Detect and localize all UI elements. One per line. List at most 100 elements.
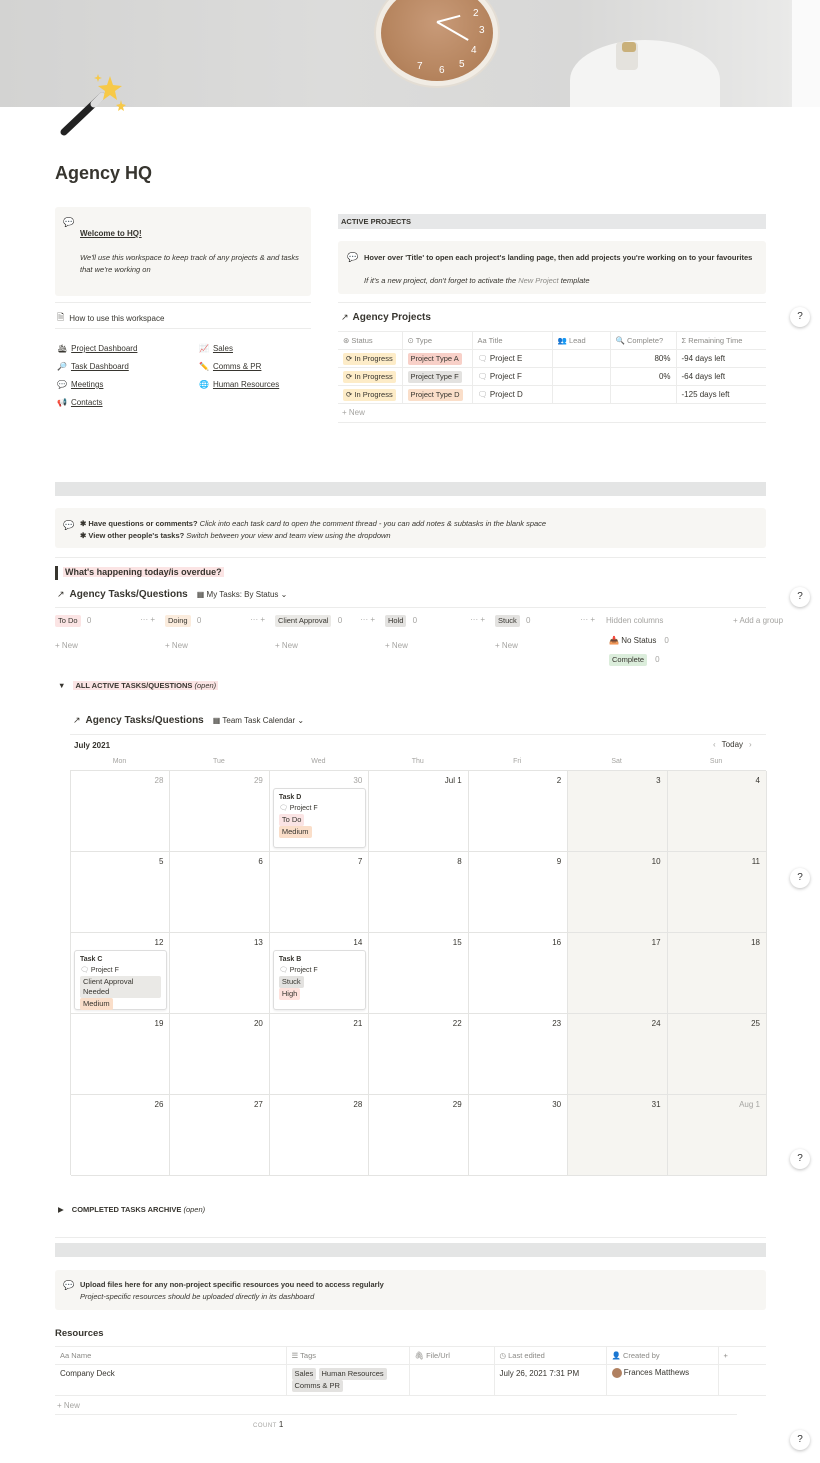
- new-card-button[interactable]: + New: [385, 641, 485, 650]
- day-number: 16: [552, 938, 562, 947]
- calendar-day-cell[interactable]: 10: [568, 852, 668, 933]
- calendar-day-cell[interactable]: 29: [170, 771, 270, 852]
- calendar-day-cell[interactable]: 30 Task D 🗨 Project F To Do Medium: [269, 771, 370, 852]
- more-add-icons[interactable]: ··· +: [580, 615, 595, 624]
- new-project-template-link[interactable]: New Project: [518, 276, 558, 285]
- help-button[interactable]: ?: [790, 868, 810, 888]
- calendar-day-cell[interactable]: 31: [568, 1095, 668, 1176]
- hidden-group-no-status[interactable]: 📥 No Status 0: [609, 636, 669, 645]
- calendar-day-cell[interactable]: 13: [170, 933, 270, 1014]
- calendar-day-cell[interactable]: 25: [667, 1014, 767, 1095]
- calendar-view-selector[interactable]: ▦ Team Task Calendar ⌄: [213, 716, 304, 725]
- calendar-day-cell[interactable]: 12 Task C 🗨 Project F Client Approval Neede…: [71, 933, 171, 1014]
- calendar-title[interactable]: ↗ Agency Tasks/Questions ▦ Team Task Cal…: [73, 715, 304, 726]
- chevron-right-icon[interactable]: ›: [749, 740, 752, 749]
- task-card[interactable]: Task B 🗨 Project F Stuck High: [272, 950, 366, 1010]
- calendar-day-cell[interactable]: 29: [369, 1095, 469, 1176]
- calendar-day-cell[interactable]: 17: [568, 933, 668, 1014]
- more-add-icons[interactable]: ··· +: [140, 615, 155, 624]
- speech-bubble-icon: 💬: [63, 1280, 75, 1290]
- new-card-button[interactable]: + New: [495, 641, 595, 650]
- day-number: 4: [755, 776, 760, 785]
- archive-toggle[interactable]: ▶ COMPLETED TASKS ARCHIVE (open): [58, 1205, 205, 1214]
- help-button[interactable]: ?: [790, 1430, 810, 1450]
- resources-title[interactable]: Resources: [55, 1328, 104, 1339]
- calendar-day-cell[interactable]: 9: [468, 852, 569, 933]
- calendar-day-cell[interactable]: 7: [269, 852, 370, 933]
- calendar-day-cell[interactable]: 16: [468, 933, 569, 1014]
- active-tasks-toggle[interactable]: ▼ ALL ACTIVE TASKS/QUESTIONS (open): [58, 681, 219, 690]
- kanban-column-client-approval: Client Approval 0 ··· + + New: [275, 615, 375, 650]
- add-property-icon[interactable]: +: [718, 1346, 766, 1365]
- calendar-day-cell[interactable]: 3: [568, 771, 668, 852]
- table-row[interactable]: ⟳ In Progress Project Type A 🗨 Project E…: [338, 349, 766, 368]
- day-number: 10: [651, 857, 661, 866]
- welcome-body: We'll use this workspace to keep track o…: [80, 253, 299, 274]
- calendar-day-cell[interactable]: 24: [568, 1014, 668, 1095]
- nav-task-dashboard[interactable]: 🔎 Task Dashboard: [57, 362, 137, 380]
- calendar-day-cell[interactable]: 28: [269, 1095, 370, 1176]
- arrow-up-right-icon: ↗: [57, 589, 65, 599]
- new-card-button[interactable]: + New: [165, 641, 265, 650]
- welcome-heading[interactable]: Welcome to HQ!: [80, 229, 142, 238]
- day-number: 26: [154, 1100, 164, 1109]
- day-number: 27: [253, 1100, 263, 1109]
- howto-link[interactable]: 🗎 How to use this workspace: [57, 310, 164, 326]
- calendar-day-cell[interactable]: 6: [170, 852, 270, 933]
- calendar-day-cell[interactable]: 4: [667, 771, 767, 852]
- calendar-day-cell[interactable]: 18: [667, 933, 767, 1014]
- calendar-day-cell[interactable]: 20: [170, 1014, 270, 1095]
- day-number: Aug 1: [739, 1100, 760, 1109]
- calendar-day-cell[interactable]: 14 Task B 🗨 Project F Stuck High: [269, 933, 370, 1014]
- nav-project-dashboard[interactable]: 🛳 Project Dashboard: [57, 344, 137, 362]
- more-add-icons[interactable]: ··· +: [250, 615, 265, 624]
- calendar-day-cell[interactable]: 21: [269, 1014, 370, 1095]
- calendar-day-cell[interactable]: 22: [369, 1014, 469, 1095]
- help-button[interactable]: ?: [790, 307, 810, 327]
- task-card[interactable]: Task D 🗨 Project F To Do Medium: [272, 788, 366, 848]
- calendar-day-cell[interactable]: 15: [369, 933, 469, 1014]
- nav-sales[interactable]: 📈 Sales: [199, 344, 279, 362]
- person-icon: 👥: [557, 336, 569, 345]
- add-group-button[interactable]: + Add a group: [733, 616, 783, 625]
- new-card-button[interactable]: + New: [55, 641, 155, 650]
- day-number: 12: [154, 938, 164, 947]
- agency-projects-title[interactable]: ↗ Agency Projects: [341, 312, 431, 323]
- board-view-selector[interactable]: ▦ My Tasks: By Status ⌄: [197, 590, 288, 599]
- calendar-day-cell[interactable]: 28: [71, 771, 171, 852]
- today-button[interactable]: Today: [722, 740, 743, 749]
- more-add-icons[interactable]: ··· +: [470, 615, 485, 624]
- magic-wand-icon[interactable]: [58, 72, 130, 149]
- nav-comms[interactable]: ✏️ Comms & PR: [199, 362, 279, 380]
- calendar-day-cell[interactable]: 26: [71, 1095, 171, 1176]
- nav-hr[interactable]: 🌐 Human Resources: [199, 380, 279, 398]
- calendar-day-cell[interactable]: Aug 1: [667, 1095, 767, 1176]
- table-row[interactable]: Company Deck Sales Human Resources Comms…: [55, 1364, 766, 1396]
- table-row[interactable]: ⟳ In Progress Project Type D 🗨 Project D…: [338, 385, 766, 404]
- calendar-day-cell[interactable]: 11: [667, 852, 767, 933]
- calendar-day-cell[interactable]: 8: [369, 852, 469, 933]
- calendar-day-cell[interactable]: 2: [468, 771, 569, 852]
- task-project: 🗨 Project F: [278, 805, 318, 812]
- hidden-group-complete[interactable]: Complete 0: [609, 654, 660, 666]
- new-resource-row[interactable]: + New: [57, 1401, 80, 1410]
- task-card[interactable]: Task C 🗨 Project F Client Approval Needed M…: [74, 950, 167, 1010]
- nav-meetings[interactable]: 💬 Meetings: [57, 380, 137, 398]
- calendar-day-cell[interactable]: 30: [468, 1095, 569, 1176]
- calendar-day-cell[interactable]: 23: [468, 1014, 569, 1095]
- table-row[interactable]: ⟳ In Progress Project Type F 🗨 Project F…: [338, 367, 766, 386]
- day-number: 29: [253, 776, 263, 785]
- nav-contacts[interactable]: 📢 Contacts: [57, 398, 137, 416]
- calendar-day-cell[interactable]: 5: [71, 852, 171, 933]
- new-project-row[interactable]: + New: [342, 408, 365, 417]
- calendar-day-cell[interactable]: 19: [71, 1014, 171, 1095]
- chevron-left-icon[interactable]: ‹: [713, 740, 716, 749]
- help-button[interactable]: ?: [790, 1149, 810, 1169]
- help-button[interactable]: ?: [790, 587, 810, 607]
- more-add-icons[interactable]: ··· +: [360, 615, 375, 624]
- calendar-day-cell[interactable]: 27: [170, 1095, 270, 1176]
- plus-icon: +: [55, 641, 62, 650]
- calendar-day-cell[interactable]: Jul 1: [369, 771, 469, 852]
- kanban-title[interactable]: ↗ Agency Tasks/Questions ▦ My Tasks: By …: [57, 589, 287, 600]
- new-card-button[interactable]: + New: [275, 641, 375, 650]
